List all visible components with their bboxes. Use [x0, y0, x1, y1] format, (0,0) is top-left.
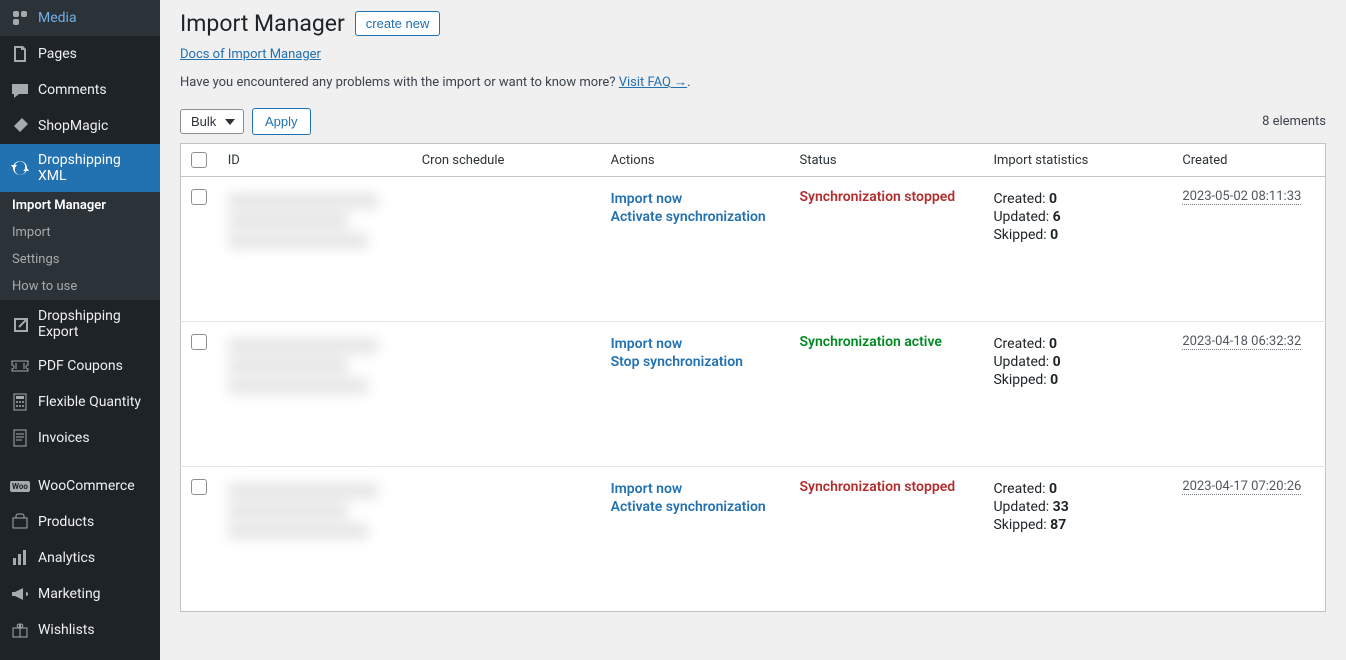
comments-icon — [10, 80, 30, 100]
menu-label: Flexible Quantity — [38, 394, 141, 410]
id-blurred — [228, 483, 388, 543]
created-timestamp: 2023-05-02 08:11:33 — [1182, 189, 1301, 205]
col-stats: Import statistics — [983, 144, 1172, 177]
menu-label: Pages — [38, 46, 77, 62]
analytics-icon — [10, 548, 30, 568]
pages-icon — [10, 44, 30, 64]
products-icon — [10, 512, 30, 532]
action-link[interactable]: Import now — [611, 336, 780, 352]
page-heading: Import Manager create new — [180, 10, 1326, 37]
menu-label: ShopMagic — [38, 118, 108, 134]
menu-label: WooCommerce — [38, 478, 135, 494]
table-row: Import now Activate synchronization Synchr… — [181, 177, 1326, 322]
status-text: Synchronization active — [799, 334, 941, 350]
id-blurred — [228, 338, 388, 398]
stat-line: Skipped: 0 — [993, 372, 1162, 388]
magic-icon — [10, 116, 30, 136]
col-status: Status — [789, 144, 983, 177]
sidebar-item-shopmagic[interactable]: ShopMagic — [0, 108, 160, 144]
menu-label: Dropshipping Export — [38, 308, 150, 340]
sub-item-settings[interactable]: Settings — [0, 246, 160, 273]
col-created: Created — [1172, 144, 1325, 177]
coupon-icon — [10, 356, 30, 376]
stat-line: Updated: 6 — [993, 209, 1162, 225]
sidebar-item-pages[interactable]: Pages — [0, 36, 160, 72]
action-link[interactable]: Activate synchronization — [611, 209, 780, 225]
page-title: Import Manager — [180, 10, 345, 37]
sidebar-item-media[interactable]: Media — [0, 0, 160, 36]
menu-label: Marketing — [38, 586, 101, 602]
export-icon — [10, 314, 30, 334]
megaphone-icon — [10, 584, 30, 604]
sidebar-item-flexible-quantity[interactable]: Flexible Quantity — [0, 384, 160, 420]
menu-label: Comments — [38, 82, 107, 98]
menu-label: Invoices — [38, 430, 90, 446]
sidebar-item-invoices[interactable]: Invoices — [0, 420, 160, 456]
created-timestamp: 2023-04-17 07:20:26 — [1182, 479, 1301, 495]
gift-icon — [10, 620, 30, 640]
sidebar-item-products[interactable]: Products — [0, 504, 160, 540]
faq-line: Have you encountered any problems with t… — [180, 74, 1326, 90]
menu-label: Media — [38, 10, 77, 26]
sidebar-item-comments[interactable]: Comments — [0, 72, 160, 108]
sidebar-item-wishlists[interactable]: Wishlists — [0, 612, 160, 648]
woo-icon: Woo — [10, 476, 30, 496]
sidebar-item-marketing[interactable]: Marketing — [0, 576, 160, 612]
menu-label: Products — [38, 514, 94, 530]
stat-line: Created: 0 — [993, 336, 1162, 352]
col-cron: Cron schedule — [412, 144, 601, 177]
action-link[interactable]: Import now — [611, 481, 780, 497]
sidebar-submenu: Import Manager Import Settings How to us… — [0, 192, 160, 300]
stat-line: Updated: 0 — [993, 354, 1162, 370]
faq-text: Have you encountered any problems with t… — [180, 75, 619, 90]
menu-label: Analytics — [38, 550, 95, 566]
col-id[interactable]: ID — [218, 144, 412, 177]
menu-label: PDF Coupons — [38, 358, 123, 374]
stat-line: Skipped: 87 — [993, 517, 1162, 533]
menu-label: Dropshipping XML — [38, 152, 150, 184]
select-all-checkbox[interactable] — [191, 152, 207, 168]
sync-icon — [10, 158, 30, 178]
status-text: Synchronization stopped — [799, 189, 955, 205]
media-icon — [10, 8, 30, 28]
import-table: ID Cron schedule Actions Status Import s… — [180, 143, 1326, 612]
main-content: Import Manager create new Docs of Import… — [160, 0, 1346, 660]
action-link[interactable]: Activate synchronization — [611, 499, 780, 515]
sub-item-import-manager[interactable]: Import Manager — [0, 192, 160, 219]
stat-line: Updated: 33 — [993, 499, 1162, 515]
sidebar-item-analytics[interactable]: Analytics — [0, 540, 160, 576]
row-checkbox[interactable] — [191, 479, 207, 495]
docs-link[interactable]: Docs of Import Manager — [180, 47, 321, 62]
sidebar-item-dropshipping-export[interactable]: Dropshipping Export — [0, 300, 160, 348]
apply-button[interactable]: Apply — [252, 108, 311, 135]
faq-link[interactable]: Visit FAQ → — [619, 75, 687, 90]
invoice-icon — [10, 428, 30, 448]
menu-label: Wishlists — [38, 622, 95, 638]
calc-icon — [10, 392, 30, 412]
sub-item-how-to-use[interactable]: How to use — [0, 273, 160, 300]
sidebar-item-woocommerce[interactable]: Woo WooCommerce — [0, 468, 160, 504]
action-link[interactable]: Stop synchronization — [611, 354, 780, 370]
table-row: Import now Activate synchronization Synchr… — [181, 467, 1326, 612]
tablenav: Bulk Apply 8 elements — [180, 108, 1326, 135]
id-blurred — [228, 193, 388, 253]
stat-line: Skipped: 0 — [993, 227, 1162, 243]
sidebar-item-dropshipping-xml[interactable]: Dropshipping XML — [0, 144, 160, 192]
elements-count: 8 elements — [1262, 114, 1326, 129]
stat-line: Created: 0 — [993, 481, 1162, 497]
admin-sidebar: Media Pages Comments ShopMagic Dropshipp… — [0, 0, 160, 660]
sidebar-item-pdf-coupons[interactable]: PDF Coupons — [0, 348, 160, 384]
action-link[interactable]: Import now — [611, 191, 780, 207]
create-new-button[interactable]: create new — [355, 11, 441, 36]
sub-item-import[interactable]: Import — [0, 219, 160, 246]
status-text: Synchronization stopped — [799, 479, 955, 495]
faq-suffix: . — [687, 75, 690, 90]
bulk-select[interactable]: Bulk — [180, 109, 244, 134]
row-checkbox[interactable] — [191, 334, 207, 350]
col-actions: Actions — [601, 144, 790, 177]
stat-line: Created: 0 — [993, 191, 1162, 207]
created-timestamp: 2023-04-18 06:32:32 — [1182, 334, 1301, 350]
row-checkbox[interactable] — [191, 189, 207, 205]
table-row: Import now Stop synchronization Synchroniz… — [181, 322, 1326, 467]
